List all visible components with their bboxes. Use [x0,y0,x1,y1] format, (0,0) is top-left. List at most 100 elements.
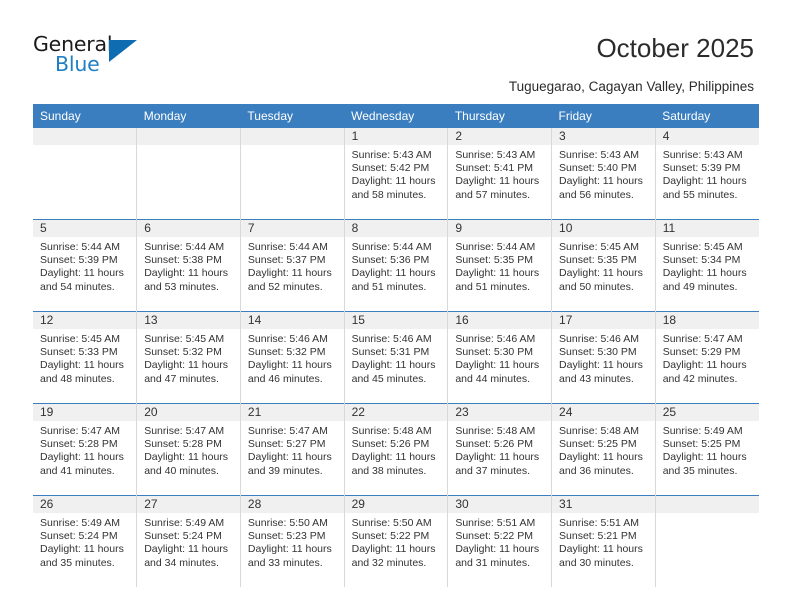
day-number [240,128,344,145]
daylight-text-line2: and 31 minutes. [455,556,531,569]
calendar-day-cell[interactable]: 22 Sunrise: 5:48 AM Sunset: 5:26 PM Dayligh… [344,403,449,496]
day-details: Sunrise: 5:46 AM Sunset: 5:31 PM Daylight:… [345,329,448,386]
daylight-text-line2: and 51 minutes. [351,280,427,293]
daylight-text-line2: and 39 minutes. [247,464,323,477]
sunrise-text: Sunrise: 5:43 AM [351,149,432,161]
calendar-day-cell[interactable]: 7 Sunrise: 5:44 AM Sunset: 5:37 PM Daylight… [240,219,345,312]
calendar-week-row: 1 Sunrise: 5:43 AM Sunset: 5:42 PM Daylight… [33,128,759,220]
daylight-text-line2: and 56 minutes. [559,188,634,201]
day-number [137,128,240,145]
daylight-text-line1: Daylight: 11 hours [144,451,229,464]
calendar-day-cell[interactable]: 16 Sunrise: 5:46 AM Sunset: 5:30 PM Dayligh… [447,311,553,404]
day-details: Sunrise: 5:45 AM Sunset: 5:32 PM Daylight:… [137,329,240,386]
day-details: Sunrise: 5:47 AM Sunset: 5:29 PM Daylight:… [656,329,759,386]
calendar-day-cell[interactable]: 14 Sunrise: 5:46 AM Sunset: 5:32 PM Dayligh… [240,311,345,404]
day-details: Sunrise: 5:46 AM Sunset: 5:30 PM Daylight:… [448,329,551,386]
sunset-text: Sunset: 5:30 PM [559,346,637,359]
daylight-text-line1: Daylight: 11 hours [351,359,436,372]
daylight-text-line1: Daylight: 11 hours [351,543,436,556]
calendar-day-cell[interactable]: 30 Sunrise: 5:51 AM Sunset: 5:22 PM Dayligh… [447,495,553,587]
sunrise-text: Sunrise: 5:49 AM [144,517,225,529]
calendar-day-cell[interactable]: 25 Sunrise: 5:49 AM Sunset: 5:25 PM Dayligh… [655,403,759,496]
sunset-text: Sunset: 5:39 PM [40,254,118,267]
daylight-text-line1: Daylight: 11 hours [247,267,332,280]
daylight-text-line2: and 43 minutes. [559,372,634,385]
sunrise-text: Sunrise: 5:49 AM [40,517,120,529]
calendar-day-cell[interactable]: 11 Sunrise: 5:45 AM Sunset: 5:34 PM Dayligh… [655,219,759,312]
daylight-text-line2: and 36 minutes. [559,464,634,477]
daylight-text-line1: Daylight: 11 hours [351,267,436,280]
daylight-text-line2: and 40 minutes. [144,464,219,477]
calendar-day-cell[interactable]: 4 Sunrise: 5:43 AM Sunset: 5:39 PM Daylight… [655,128,759,220]
daylight-text-line2: and 33 minutes. [247,556,323,569]
day-number [33,128,137,145]
day-details: Sunrise: 5:44 AM Sunset: 5:38 PM Daylight:… [137,237,240,294]
calendar-day-cell[interactable]: 19 Sunrise: 5:47 AM Sunset: 5:28 PM Dayligh… [33,403,138,496]
sunrise-text: Sunrise: 5:43 AM [559,149,639,161]
calendar-day-cell[interactable]: 31 Sunrise: 5:51 AM Sunset: 5:21 PM Dayligh… [551,495,656,587]
calendar-day-cell[interactable]: 2 Sunrise: 5:43 AM Sunset: 5:41 PM Daylight… [447,128,553,220]
day-details: Sunrise: 5:47 AM Sunset: 5:27 PM Daylight:… [241,421,344,478]
daylight-text-line1: Daylight: 11 hours [455,359,540,372]
calendar-day-cell[interactable]: 9 Sunrise: 5:44 AM Sunset: 5:35 PM Daylight… [447,219,553,312]
brand-logo[interactable]: General Blue [33,34,143,80]
day-details: Sunrise: 5:49 AM Sunset: 5:24 PM Daylight:… [137,513,240,570]
sunset-text: Sunset: 5:24 PM [144,530,222,543]
calendar-day-cell[interactable]: 3 Sunrise: 5:43 AM Sunset: 5:40 PM Daylight… [551,128,656,220]
calendar-day-cell[interactable]: 8 Sunrise: 5:44 AM Sunset: 5:36 PM Daylight… [344,219,449,312]
calendar-day-cell[interactable]: 28 Sunrise: 5:50 AM Sunset: 5:23 PM Dayligh… [240,495,345,587]
sunrise-text: Sunrise: 5:51 AM [455,517,536,529]
sunrise-text: Sunrise: 5:45 AM [40,333,120,345]
sunset-text: Sunset: 5:25 PM [559,438,637,451]
calendar-day-cell[interactable]: 21 Sunrise: 5:47 AM Sunset: 5:27 PM Dayligh… [240,403,345,496]
sunrise-text: Sunrise: 5:45 AM [559,241,639,253]
calendar-day-cell[interactable]: 13 Sunrise: 5:45 AM Sunset: 5:32 PM Dayligh… [136,311,241,404]
calendar-day-cell[interactable]: 27 Sunrise: 5:49 AM Sunset: 5:24 PM Dayligh… [136,495,241,587]
sunrise-text: Sunrise: 5:45 AM [662,241,743,253]
sunrise-text: Sunrise: 5:44 AM [455,241,536,253]
daylight-text-line2: and 58 minutes. [351,188,427,201]
calendar-day-cell[interactable]: 12 Sunrise: 5:45 AM Sunset: 5:33 PM Dayligh… [33,311,138,404]
daylight-text-line2: and 53 minutes. [144,280,219,293]
calendar-day-cell[interactable]: 23 Sunrise: 5:48 AM Sunset: 5:26 PM Dayligh… [447,403,553,496]
daylight-text-line2: and 32 minutes. [351,556,427,569]
daylight-text-line2: and 52 minutes. [247,280,323,293]
sunrise-text: Sunrise: 5:49 AM [662,425,743,437]
day-number: 25 [655,404,759,421]
day-details: Sunrise: 5:50 AM Sunset: 5:23 PM Daylight:… [241,513,344,570]
daylight-text-line2: and 57 minutes. [455,188,531,201]
day-number: 16 [448,312,552,329]
day-number: 9 [448,220,552,237]
day-details: Sunrise: 5:45 AM Sunset: 5:35 PM Daylight:… [552,237,655,294]
daylight-text-line1: Daylight: 11 hours [247,451,332,464]
sunset-text: Sunset: 5:32 PM [144,346,222,359]
calendar-day-cell[interactable]: 18 Sunrise: 5:47 AM Sunset: 5:29 PM Dayligh… [655,311,759,404]
calendar-day-cell[interactable]: 20 Sunrise: 5:47 AM Sunset: 5:28 PM Dayligh… [136,403,241,496]
calendar-cell-empty [33,128,138,220]
daylight-text-line1: Daylight: 11 hours [144,267,229,280]
daylight-text-line2: and 50 minutes. [559,280,634,293]
day-details: Sunrise: 5:46 AM Sunset: 5:30 PM Daylight:… [552,329,655,386]
day-details: Sunrise: 5:51 AM Sunset: 5:22 PM Daylight:… [448,513,551,570]
day-number: 4 [655,128,759,145]
calendar-day-cell[interactable]: 29 Sunrise: 5:50 AM Sunset: 5:22 PM Dayligh… [344,495,449,587]
sunset-text: Sunset: 5:41 PM [455,162,533,175]
day-number: 6 [137,220,240,237]
day-number: 20 [137,404,240,421]
calendar-day-cell[interactable]: 5 Sunrise: 5:44 AM Sunset: 5:39 PM Daylight… [33,219,138,312]
triangle-icon [109,40,137,62]
sunset-text: Sunset: 5:21 PM [559,530,637,543]
calendar-day-cell[interactable]: 6 Sunrise: 5:44 AM Sunset: 5:38 PM Daylight… [136,219,241,312]
calendar-day-cell[interactable]: 26 Sunrise: 5:49 AM Sunset: 5:24 PM Dayligh… [33,495,138,587]
daylight-text-line2: and 35 minutes. [40,556,115,569]
calendar-day-cell[interactable]: 15 Sunrise: 5:46 AM Sunset: 5:31 PM Dayligh… [344,311,449,404]
sunset-text: Sunset: 5:27 PM [247,438,326,451]
sunset-text: Sunset: 5:36 PM [351,254,430,267]
daylight-text-line1: Daylight: 11 hours [559,267,643,280]
sunset-text: Sunset: 5:34 PM [662,254,741,267]
calendar-day-cell[interactable]: 17 Sunrise: 5:46 AM Sunset: 5:30 PM Dayligh… [551,311,656,404]
calendar-day-cell[interactable]: 10 Sunrise: 5:45 AM Sunset: 5:35 PM Dayligh… [551,219,656,312]
calendar-day-cell[interactable]: 1 Sunrise: 5:43 AM Sunset: 5:42 PM Daylight… [344,128,449,220]
day-details: Sunrise: 5:48 AM Sunset: 5:25 PM Daylight:… [552,421,655,478]
calendar-day-cell[interactable]: 24 Sunrise: 5:48 AM Sunset: 5:25 PM Dayligh… [551,403,656,496]
